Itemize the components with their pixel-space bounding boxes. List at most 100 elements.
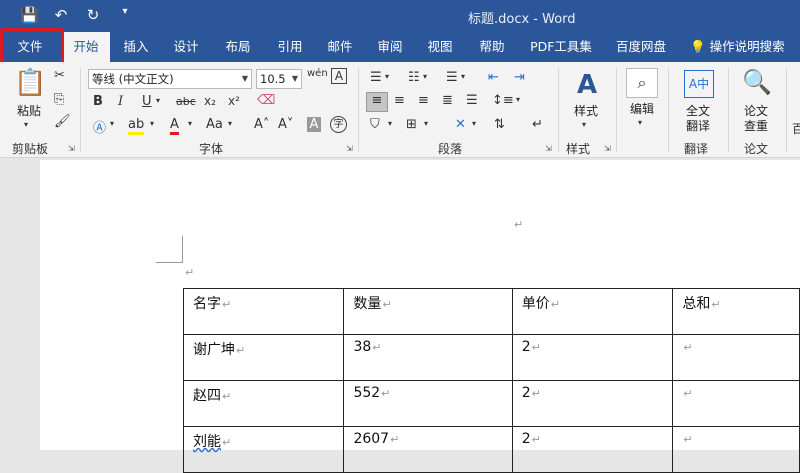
enclose-characters-icon[interactable]: 字 (330, 116, 347, 133)
numbering-dropdown-icon[interactable]: ▾ (423, 72, 427, 81)
line-spacing-dropdown-icon[interactable]: ▾ (516, 95, 520, 104)
align-center-icon[interactable]: ≡ (394, 93, 405, 108)
styles-label[interactable]: 样式 (568, 104, 604, 119)
table-cell[interactable]: 552↵ (343, 380, 513, 427)
table-cell[interactable]: 赵四↵ (182, 380, 345, 427)
tab-pdf-tools[interactable]: PDF工具集 (524, 32, 598, 62)
tab-design[interactable]: 设计 (162, 32, 210, 62)
text-effects-icon[interactable]: Ⓐ (93, 117, 106, 136)
chinese-layout-icon[interactable]: ✕ (455, 117, 466, 132)
table-cell[interactable]: ↵ (672, 380, 800, 427)
character-shading-icon[interactable]: A (307, 117, 321, 132)
font-name-combo[interactable]: 等线 (中文正文) ▼ (88, 69, 252, 89)
tab-insert[interactable]: 插入 (112, 32, 160, 62)
text-effects-dropdown-icon[interactable]: ▾ (110, 119, 114, 128)
font-size-combo[interactable]: 10.5 ▼ (256, 69, 302, 89)
styles-dropdown-icon[interactable]: ▾ (582, 120, 586, 129)
show-hide-marks-icon[interactable]: ↵ (532, 117, 543, 132)
tab-mailings[interactable]: 邮件 (316, 32, 364, 62)
paste-dropdown-icon[interactable]: ▾ (24, 120, 28, 129)
borders-dropdown-icon[interactable]: ▾ (424, 119, 428, 128)
distributed-icon[interactable]: ☰ (466, 93, 478, 108)
borders-icon[interactable]: ⊞ (406, 117, 417, 132)
italic-icon[interactable]: I (118, 94, 123, 109)
editing-label[interactable]: 编辑 (624, 102, 660, 117)
tab-help[interactable]: 帮助 (468, 32, 516, 62)
table-cell[interactable]: 2↵ (511, 334, 674, 381)
table-cell[interactable]: 38↵ (343, 334, 513, 381)
editing-dropdown-icon[interactable]: ▾ (638, 118, 642, 127)
character-border-icon[interactable]: A (331, 68, 347, 84)
translate-label-line2[interactable]: 翻译 (680, 119, 716, 134)
find-search-icon[interactable]: ⌕ (626, 68, 658, 98)
undo-icon[interactable]: ↶ (52, 6, 70, 24)
overflow-group-icon[interactable]: 百 (792, 120, 800, 137)
sort-icon[interactable]: ⇅ (494, 117, 505, 132)
tab-layout[interactable]: 布局 (214, 32, 262, 62)
highlight-icon[interactable]: ab (128, 117, 145, 135)
multilevel-list-icon[interactable]: ☰ (446, 70, 458, 85)
translate-icon[interactable]: A中 (684, 70, 714, 98)
tab-home[interactable]: 开始 (62, 32, 110, 62)
cut-icon[interactable]: ✂ (54, 68, 65, 83)
table-cell[interactable]: 单价↵ (511, 288, 674, 335)
table-cell[interactable]: 2↵ (511, 380, 674, 427)
translate-label-line1[interactable]: 全文 (680, 104, 716, 119)
tell-me-search[interactable]: 💡 操作说明搜索 (690, 32, 800, 62)
styles-launcher-icon[interactable]: ⇲ (604, 144, 611, 153)
line-spacing-icon[interactable]: ↕≡ (492, 93, 514, 108)
redo-icon[interactable]: ↻ (84, 6, 102, 24)
underline-dropdown-icon[interactable]: ▾ (156, 96, 160, 105)
tab-review[interactable]: 审阅 (366, 32, 414, 62)
customize-qat-icon[interactable]: ▾ (116, 6, 134, 24)
chinese-layout-dropdown-icon[interactable]: ▾ (472, 119, 476, 128)
font-color-icon[interactable]: A (170, 117, 179, 135)
phonetic-guide-icon[interactable]: wén (307, 68, 328, 79)
subscript-icon[interactable]: x₂ (204, 94, 216, 108)
lightbulb-icon: 💡 (690, 39, 706, 54)
table-cell[interactable]: 谢广坤↵ (182, 334, 345, 381)
change-case-icon[interactable]: Aa (206, 117, 223, 132)
clear-formatting-icon[interactable]: ⌫ (257, 93, 275, 108)
paste-icon[interactable]: 📋 (14, 68, 46, 98)
paste-label[interactable]: 粘贴 (12, 104, 46, 119)
increase-indent-icon[interactable]: ⇥ (514, 70, 525, 85)
table-cell[interactable]: ↵ (672, 334, 800, 381)
align-left-icon[interactable]: ≡ (366, 92, 388, 112)
table-cell[interactable]: 总和↵ (672, 288, 800, 335)
save-icon[interactable]: 💾 (20, 6, 39, 24)
grow-font-icon[interactable]: A˄ (254, 117, 269, 132)
paper-check-label-line2[interactable]: 查重 (738, 119, 774, 134)
underline-icon[interactable]: U (142, 94, 152, 109)
strikethrough-icon[interactable]: abc (176, 95, 196, 108)
shrink-font-icon[interactable]: A˅ (278, 117, 293, 132)
font-color-dropdown-icon[interactable]: ▾ (188, 119, 192, 128)
clipboard-launcher-icon[interactable]: ⇲ (68, 144, 75, 153)
tab-references[interactable]: 引用 (266, 32, 314, 62)
superscript-icon[interactable]: x² (228, 94, 240, 108)
styles-icon[interactable]: A (572, 70, 602, 100)
table-cell[interactable]: 名字↵ (182, 288, 345, 335)
change-case-dropdown-icon[interactable]: ▾ (228, 119, 232, 128)
align-right-icon[interactable]: ≡ (418, 93, 429, 108)
justify-icon[interactable]: ≣ (442, 93, 453, 108)
numbering-icon[interactable]: ☷ (408, 70, 420, 85)
tab-view[interactable]: 视图 (416, 32, 464, 62)
decrease-indent-icon[interactable]: ⇤ (488, 70, 499, 85)
shading-dropdown-icon[interactable]: ▾ (388, 119, 392, 128)
paragraph-launcher-icon[interactable]: ⇲ (545, 144, 552, 153)
table-cell[interactable]: 数量↵ (343, 288, 513, 335)
paper-check-label-line1[interactable]: 论文 (738, 104, 774, 119)
tab-baidu-netdisk[interactable]: 百度网盘 (606, 32, 676, 62)
font-launcher-icon[interactable]: ⇲ (346, 144, 353, 153)
highlight-dropdown-icon[interactable]: ▾ (150, 119, 154, 128)
copy-icon[interactable]: ⎘ (54, 92, 64, 107)
format-painter-icon[interactable]: 🖌 (54, 114, 71, 129)
bold-icon[interactable]: B (93, 94, 103, 109)
bullets-dropdown-icon[interactable]: ▾ (385, 72, 389, 81)
multilevel-list-dropdown-icon[interactable]: ▾ (461, 72, 465, 81)
data-table[interactable]: 名字↵ 数量↵ 单价↵ 总和↵ 谢广坤↵ 38↵ 2↵ ↵ 赵四↵ 552↵ 2… (182, 288, 800, 473)
paper-check-icon[interactable]: 🔍 (742, 68, 772, 96)
bullets-icon[interactable]: ☰ (370, 70, 382, 85)
shading-icon[interactable]: ⛉ (370, 117, 380, 132)
